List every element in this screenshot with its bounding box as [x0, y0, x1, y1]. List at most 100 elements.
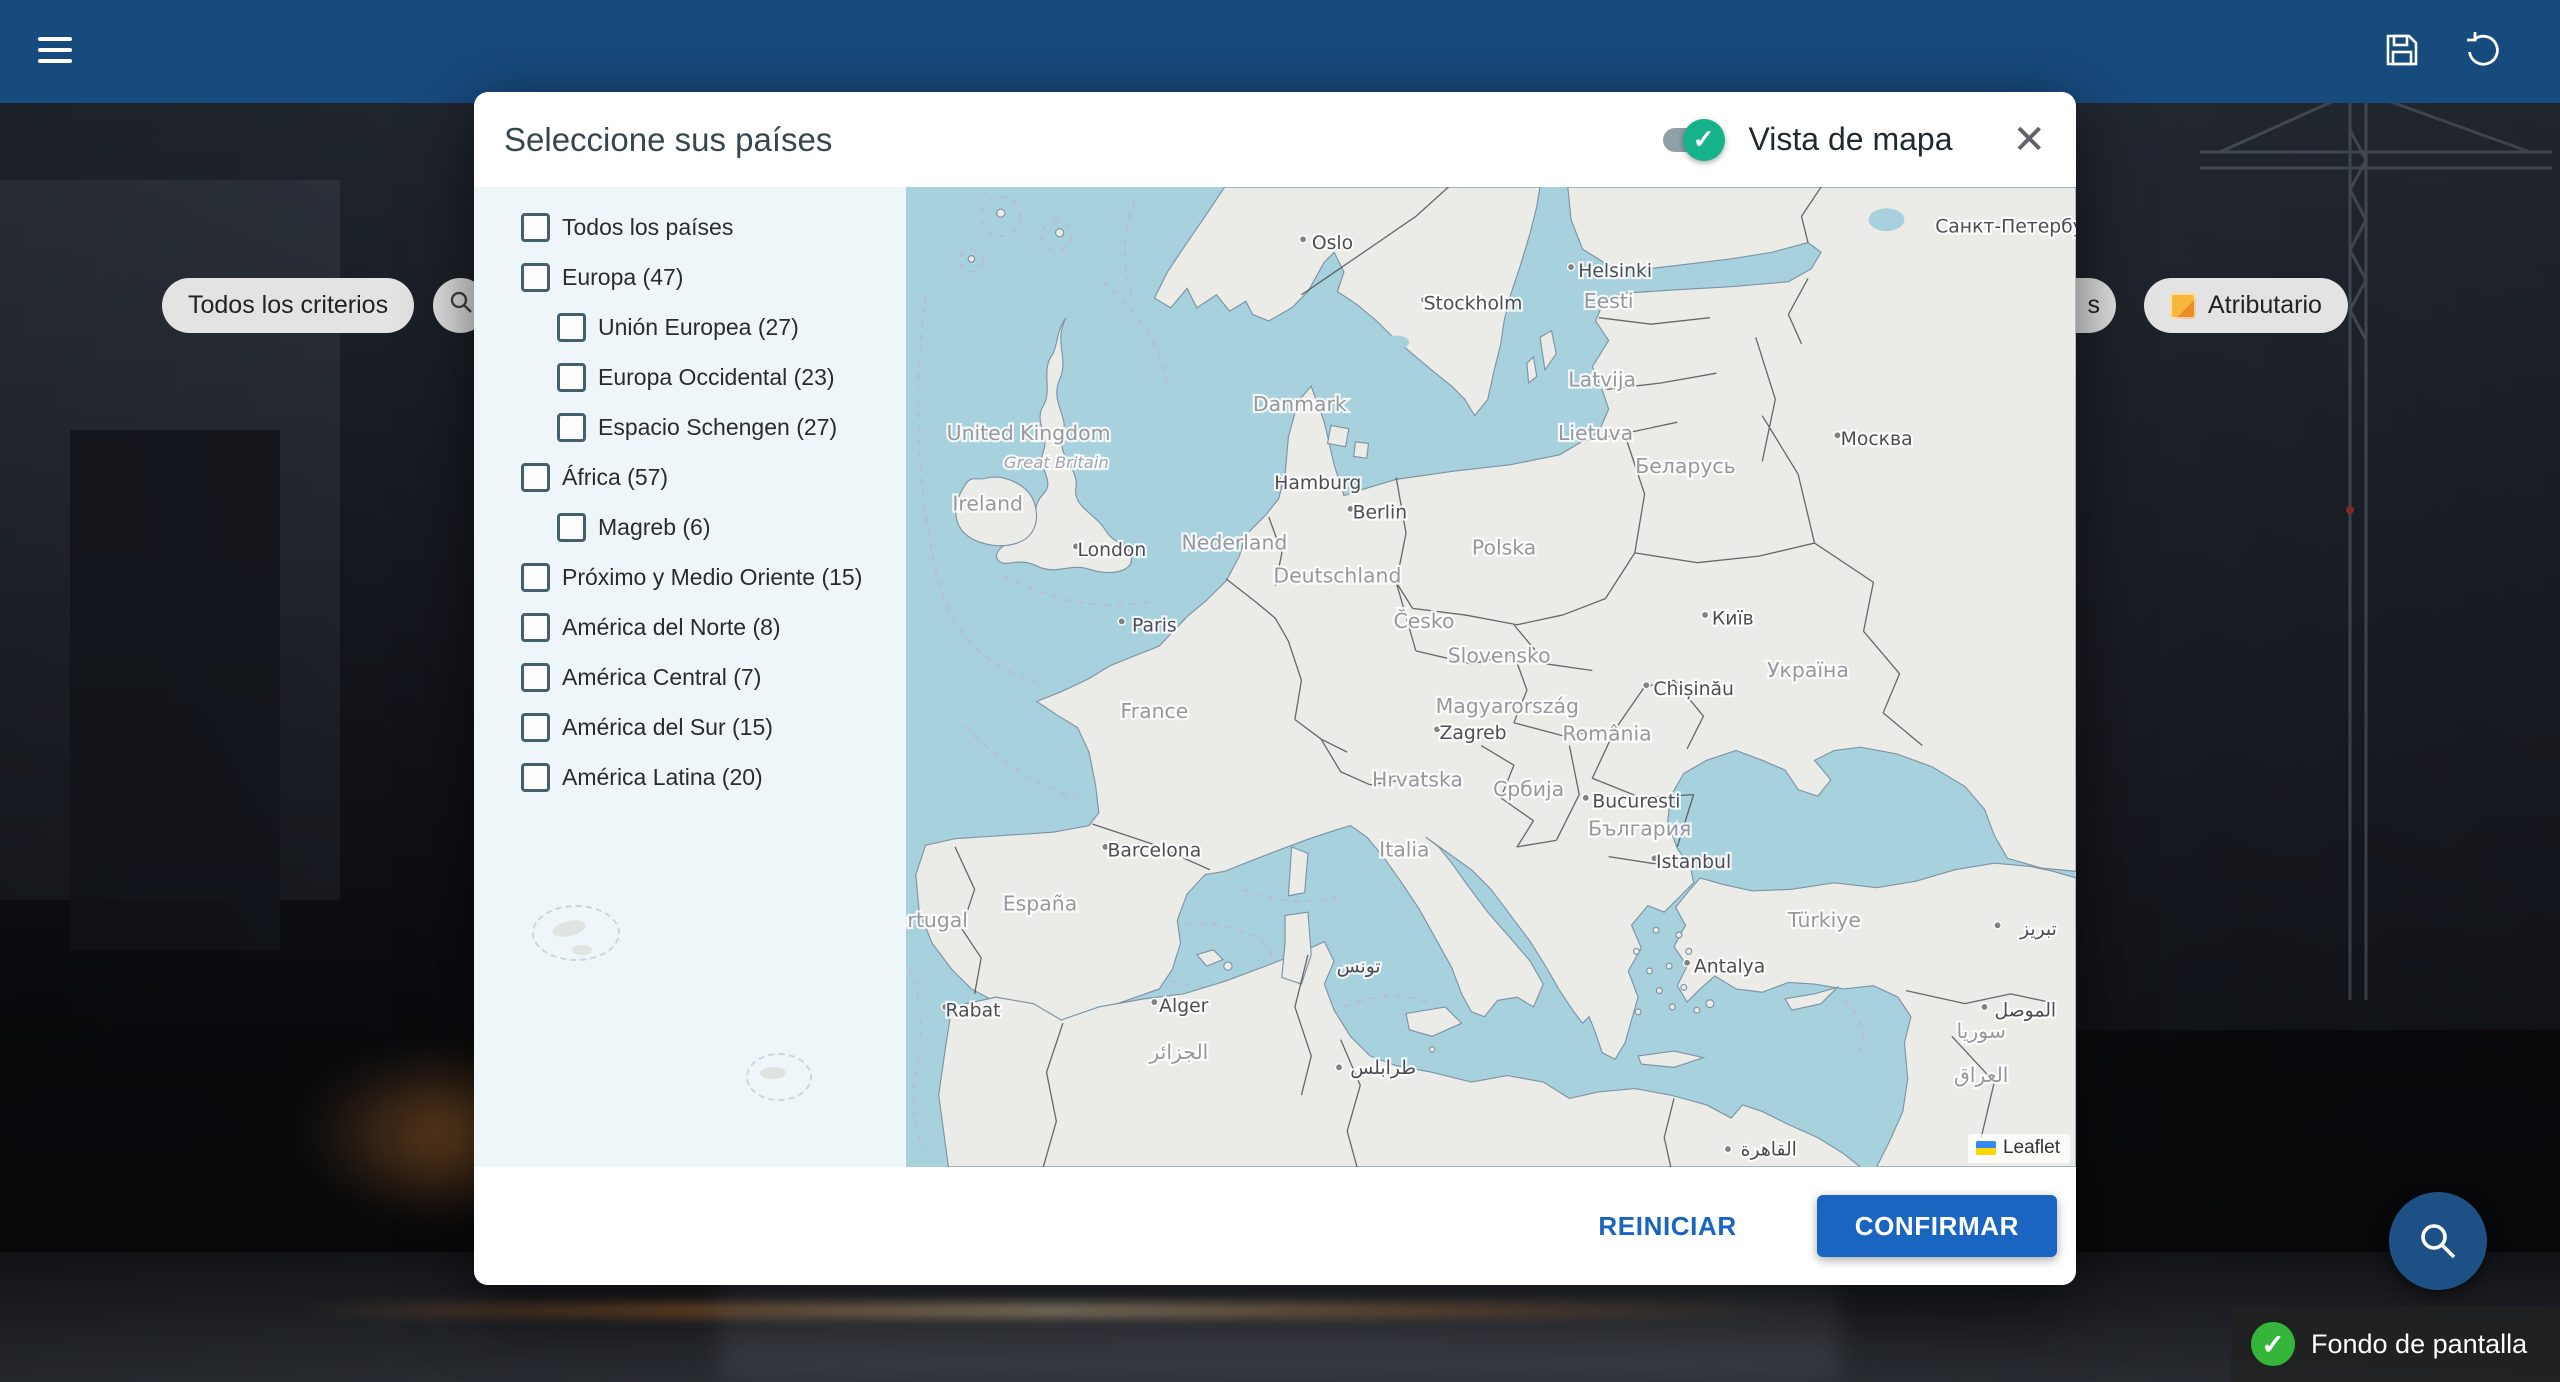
map-label: Србија: [1493, 777, 1564, 801]
country-label: América del Norte (8): [562, 614, 781, 641]
checkbox[interactable]: [521, 213, 550, 242]
map-label: تبريز: [2019, 919, 2057, 940]
island: [572, 945, 592, 955]
country-row[interactable]: Espacio Schengen (27): [474, 402, 906, 452]
map-label: Latvija: [1568, 367, 1636, 391]
country-row[interactable]: Magreb (6): [474, 502, 906, 552]
map-view-toggle[interactable]: ✓: [1663, 128, 1721, 152]
map-label: الموصل: [1995, 1001, 2057, 1022]
map-label: Great Britain: [1004, 453, 1109, 472]
map-label: تونس: [1337, 957, 1381, 978]
map-label: България: [1588, 816, 1691, 840]
country-row[interactable]: África (57): [474, 452, 906, 502]
map-label: Istanbul: [1656, 852, 1731, 873]
map-label: Paris: [1132, 615, 1177, 636]
map-label: العراق: [1954, 1063, 2009, 1087]
confirm-button[interactable]: CONFIRMAR: [1817, 1195, 2057, 1257]
map-label: United Kingdom: [947, 421, 1111, 445]
search-fab[interactable]: [2389, 1192, 2487, 1290]
map-label: Italia: [1379, 838, 1429, 862]
city-dot: [1118, 618, 1125, 625]
atributario-icon: [2170, 293, 2196, 319]
dialog-header: Seleccione sus países ✓ Vista de mapa ✕: [474, 92, 2076, 187]
checkbox[interactable]: [557, 413, 586, 442]
europe-map[interactable]: United KingdomGreat BritainIrelandDanmar…: [906, 187, 2076, 1167]
map-label: Berlin: [1353, 503, 1407, 524]
map-label: Україна: [1767, 658, 1849, 682]
map-label: سوريا: [1957, 1019, 2006, 1043]
country-row[interactable]: Unión Europea (27): [474, 302, 906, 352]
map-label: Stockholm: [1424, 294, 1523, 315]
checkbox[interactable]: [521, 263, 550, 292]
checkbox[interactable]: [521, 713, 550, 742]
map-label: Lietuva: [1558, 421, 1633, 445]
reset-button[interactable]: REINICIAR: [1572, 1197, 1762, 1256]
map-label: Санкт-Петербург: [1935, 217, 2076, 238]
country-label: Unión Europea (27): [598, 314, 799, 341]
city-dot: [1701, 611, 1708, 618]
save-icon[interactable]: [2382, 30, 2422, 70]
country-row[interactable]: Europa Occidental (23): [474, 352, 906, 402]
chip-all-criteria[interactable]: Todos los criterios: [162, 278, 414, 333]
checkbox[interactable]: [521, 763, 550, 792]
country-row[interactable]: Todos los países: [474, 202, 906, 252]
top-app-bar: [0, 0, 2560, 103]
map-label: Magyarország: [1436, 694, 1579, 718]
checkbox[interactable]: [557, 313, 586, 342]
city-dot: [1335, 1064, 1342, 1071]
toggle-check-icon: ✓: [1683, 119, 1725, 161]
country-label: América Latina (20): [562, 764, 763, 791]
country-label: Magreb (6): [598, 514, 710, 541]
country-row[interactable]: América Central (7): [474, 652, 906, 702]
malta: [1430, 1047, 1435, 1052]
map-label: Antalya: [1694, 957, 1765, 978]
map-label: طرابلس: [1350, 1058, 1416, 1079]
checkbox[interactable]: [557, 513, 586, 542]
map-label: Deutschland: [1273, 563, 1401, 587]
leaflet-map[interactable]: United KingdomGreat BritainIrelandDanmar…: [906, 187, 2076, 1167]
attribution-label: Leaflet: [2003, 1137, 2060, 1159]
map-label: Alger: [1159, 996, 1209, 1017]
city-dot: [1567, 263, 1574, 270]
country-select-dialog: Seleccione sus países ✓ Vista de mapa ✕ …: [474, 92, 2076, 1285]
city-dot: [1299, 236, 1306, 243]
city-dot: [1683, 959, 1690, 966]
chip-label: s: [2088, 291, 2101, 320]
checkbox[interactable]: [557, 363, 586, 392]
dialog-title: Seleccione sus países: [504, 121, 832, 159]
restore-icon[interactable]: [2462, 30, 2502, 70]
country-row[interactable]: Europa (47): [474, 252, 906, 302]
country-row[interactable]: Próximo y Medio Oriente (15): [474, 552, 906, 602]
map-label: Zagreb: [1440, 723, 1507, 744]
wallpaper-badge-label: Fondo de pantalla: [2311, 1329, 2527, 1360]
country-row[interactable]: América del Sur (15): [474, 702, 906, 752]
map-label: Bucuresti: [1592, 792, 1680, 813]
country-label: Todos los países: [562, 214, 733, 241]
chip-atributario[interactable]: Atributario: [2144, 278, 2348, 333]
map-attribution[interactable]: Leaflet: [1968, 1134, 2070, 1163]
map-label: London: [1077, 540, 1146, 561]
chip-label: Todos los criterios: [188, 291, 388, 320]
wallpaper-badge[interactable]: ✓ Fondo de pantalla: [2231, 1306, 2560, 1382]
dialog-body: Todos los países Europa (47) Unión Europea…: [474, 187, 2076, 1167]
map-label: Slovensko: [1448, 643, 1551, 667]
checkbox[interactable]: [521, 663, 550, 692]
city-dot: [1151, 998, 1158, 1005]
close-icon[interactable]: ✕: [2012, 120, 2046, 160]
map-label: Česko: [1393, 608, 1454, 633]
hamburger-menu-icon[interactable]: [38, 37, 72, 65]
country-list: Todos los países Europa (47) Unión Europea…: [474, 202, 906, 802]
country-row[interactable]: América Latina (20): [474, 752, 906, 802]
check-icon: ✓: [2251, 1322, 2295, 1366]
country-row[interactable]: América del Norte (8): [474, 602, 906, 652]
map-label: Danmark: [1253, 392, 1347, 416]
checkbox[interactable]: [521, 563, 550, 592]
map-label: القاهرة: [1741, 1140, 1797, 1161]
city-dot: [1582, 794, 1589, 801]
map-label: Nederland: [1182, 531, 1288, 555]
country-label: Europa Occidental (23): [598, 364, 835, 391]
checkbox[interactable]: [521, 463, 550, 492]
map-label: Chișinău: [1653, 679, 1734, 700]
map-label: Rabat: [946, 1001, 1001, 1022]
checkbox[interactable]: [521, 613, 550, 642]
